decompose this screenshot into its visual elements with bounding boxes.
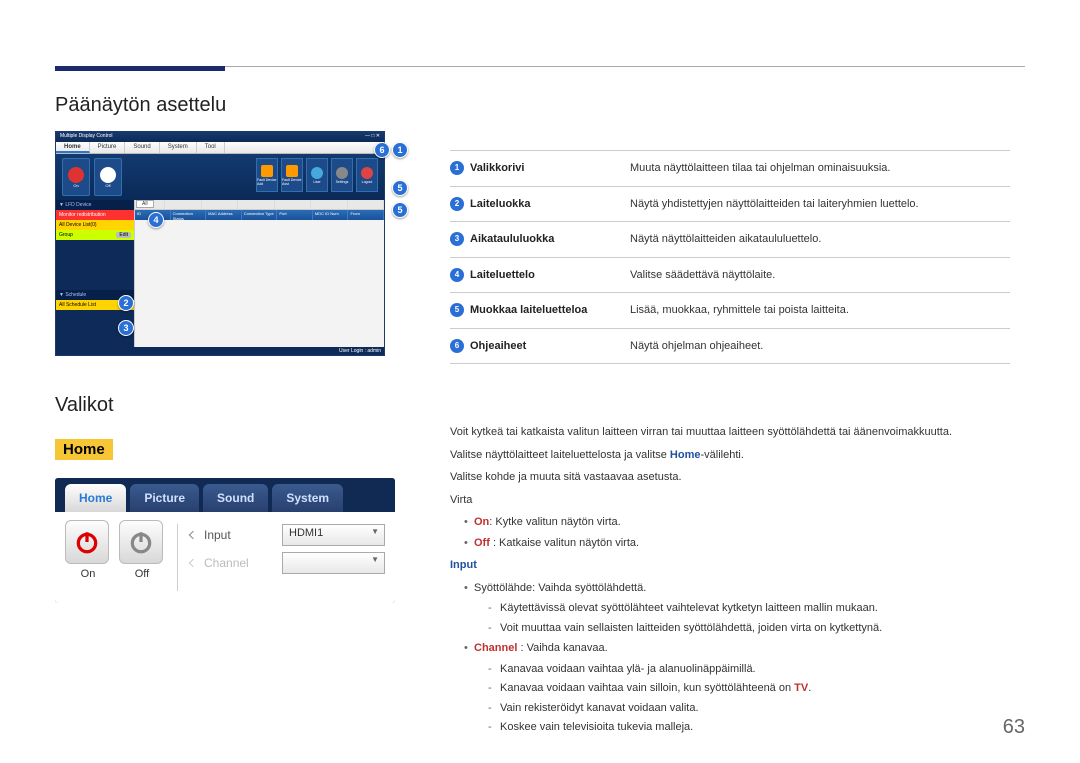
legend-row: 6Ohjeaiheet Näytä ohjelman ohjeaiheet. [450,329,1010,365]
heading-layout: Päänäytön asettelu [55,94,395,117]
callout-5: 5 [392,180,408,196]
app-title: Multiple Display Control [60,133,113,141]
settings-button[interactable]: Settings [331,158,353,192]
left-column: Päänäytön asettelu Multiple Display Cont… [55,94,395,603]
statusbar: User Login : admin [56,347,384,355]
legend-row: 1Valikkorivi Muuta näyttölaitteen tilaa … [450,150,1010,187]
power-off-button[interactable]: Off [94,158,122,196]
legend-row: 4Laiteluettelo Valitse säädettävä näyttö… [450,258,1010,294]
page-number: 63 [1003,716,1025,739]
app-screenshot-home-tab: Home Picture Sound System On Off [55,478,395,603]
window-controls: — □ ✕ [365,133,380,141]
power-off-button-2[interactable] [119,520,163,564]
tab-home[interactable]: Home [56,142,90,153]
callout-5b: 5 [392,202,408,218]
app-screenshot-overview: Multiple Display Control — □ ✕ Home Pict… [55,131,385,356]
menubar: Home Picture Sound System Tool [56,142,384,154]
channel-label: Channel [204,556,274,570]
tab2-sound[interactable]: Sound [203,484,268,512]
heading-menus: Valikot [55,394,395,417]
legend-row: 5Muokkaa laiteluetteloa Lisää, muokkaa, … [450,293,1010,329]
table-header: ID Connection Status MAC Address Connect… [135,210,384,220]
callout-3: 3 [118,320,134,336]
titlebar: Multiple Display Control — □ ✕ [56,132,384,142]
callout-2: 2 [118,295,134,311]
callout-1: 1 [392,142,408,158]
toolbar: On Off Fault Device Add Fault Device Ass… [56,154,384,200]
tab-sound[interactable]: Sound [125,142,159,153]
fault-device-add-button[interactable]: Fault Device Add [256,158,278,192]
tab-picture[interactable]: Picture [90,142,126,153]
user-button[interactable]: User [306,158,328,192]
power-on-button[interactable]: On [62,158,90,196]
tab-tool[interactable]: Tool [197,142,225,153]
tab2-home[interactable]: Home [65,484,126,512]
callout-6: 6 [374,142,390,158]
device-list-area: All ID Connection Status MAC Address Con… [134,200,384,347]
sidebar-all-devices[interactable]: All Device List(0) [56,220,134,230]
tab2-system[interactable]: System [272,484,343,512]
edit-button[interactable]: Edit [116,232,131,238]
body-text: Voit kytkeä tai katkaista valitun laitte… [450,424,1030,736]
legend-table: 1Valikkorivi Muuta näyttölaitteen tilaa … [450,150,1010,364]
legend-row: 2Laiteluokka Näytä yhdistettyjen näyttöl… [450,187,1010,223]
power-on-button-2[interactable] [65,520,109,564]
fault-device-asst-button[interactable]: Fault Device Asst [281,158,303,192]
input-label: Input [204,528,274,542]
chevron-icon [189,531,197,539]
channel-select[interactable] [282,552,385,574]
subheading-home: Home [55,439,113,460]
right-column: 1Valikkorivi Muuta näyttölaitteen tilaa … [450,150,1030,740]
logout-button[interactable]: Logout [356,158,378,192]
tab2-picture[interactable]: Picture [130,484,199,512]
sidebar-group-edit: Group Edit [56,230,134,240]
callout-4: 4 [148,212,164,228]
sidebar-monitor-row[interactable]: Monitor redistribution [56,210,134,220]
page-top-rule [55,66,1025,71]
legend-row: 3Aikataululuokka Näytä näyttölaitteiden … [450,222,1010,258]
chevron-icon [189,559,197,567]
tab-system[interactable]: System [160,142,197,153]
sidebar-lfd-header[interactable]: ▼ LFD Device [56,200,134,210]
input-select[interactable]: HDMI1 [282,524,385,546]
filter-all[interactable]: All [136,200,154,208]
